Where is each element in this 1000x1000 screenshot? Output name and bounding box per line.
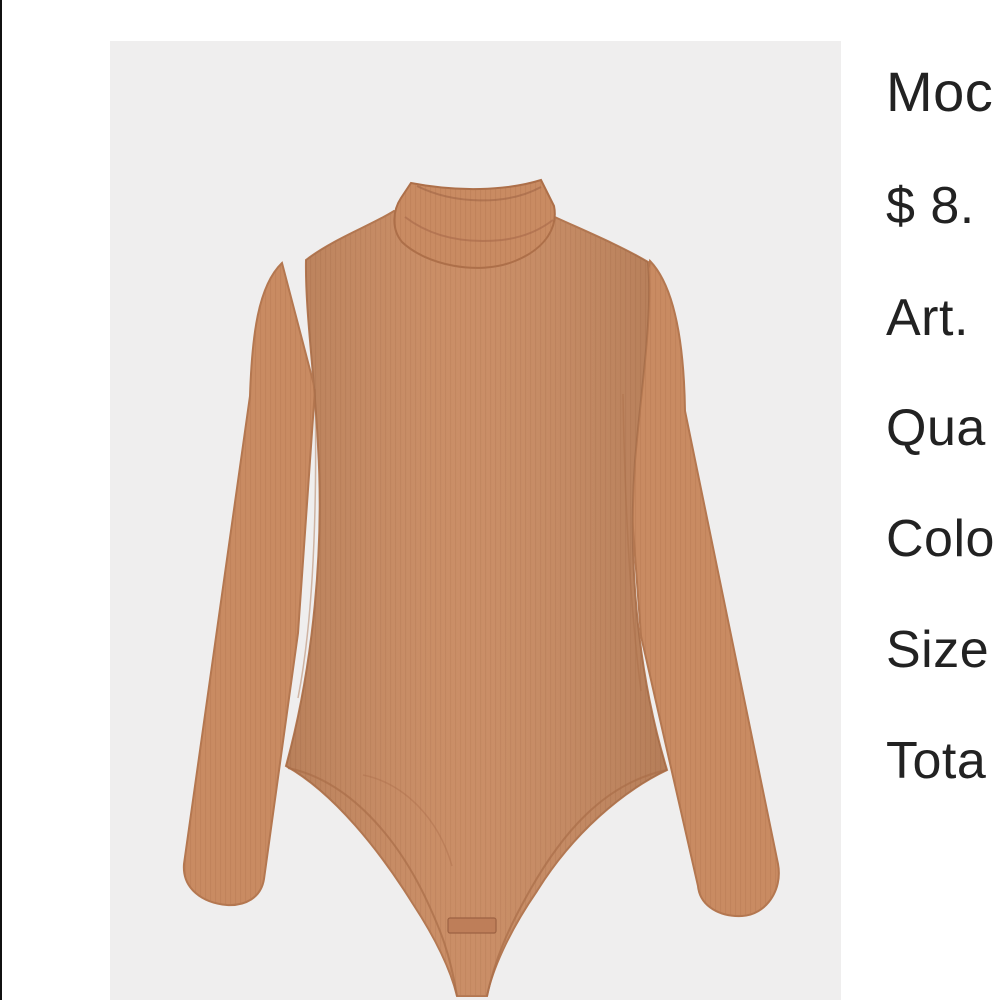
- quantity-label: Qua: [886, 399, 986, 457]
- bodysuit-shape: [182, 178, 780, 997]
- order-details-screen: Moc $ 8. Art. Qua Colo Size Tota: [0, 0, 1000, 1000]
- product-price: $ 8.: [886, 177, 975, 235]
- product-name: Moc: [886, 60, 994, 123]
- color-label: Colo: [886, 510, 995, 568]
- total-label: Tota: [886, 732, 987, 790]
- size-label: Size: [886, 621, 990, 679]
- product-image: [110, 41, 841, 1000]
- ribbed-turtleneck-bodysuit-illustration: [182, 178, 780, 997]
- left-border-divider: [0, 0, 2, 1000]
- article-number-label: Art.: [886, 289, 969, 347]
- product-details-panel: Moc $ 8. Art. Qua Colo Size Tota: [886, 0, 1000, 1000]
